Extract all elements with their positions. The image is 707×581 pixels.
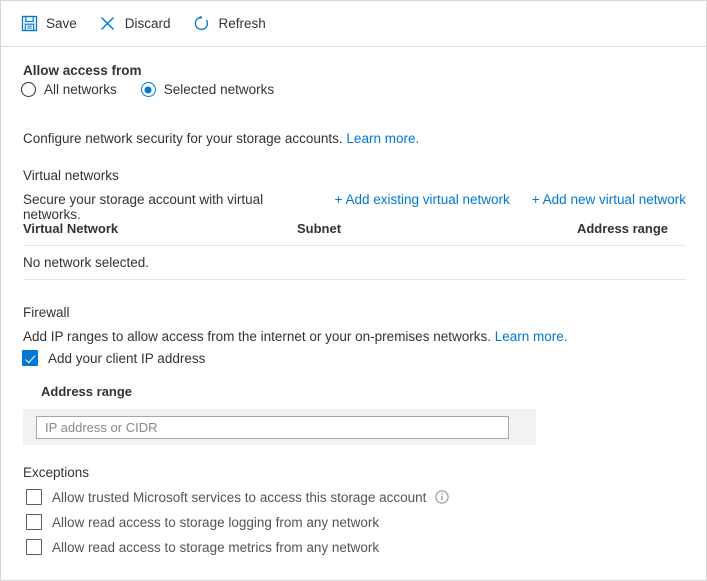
add-new-virtual-network-link[interactable]: + Add new virtual network bbox=[532, 192, 686, 207]
radio-all-networks[interactable]: All networks bbox=[21, 82, 117, 97]
address-range-field-container bbox=[23, 409, 536, 445]
firewall-title: Firewall bbox=[23, 305, 70, 320]
exceptions-list: Allow trusted Microsoft services to acce… bbox=[26, 485, 449, 560]
configure-description: Configure network security for your stor… bbox=[23, 131, 419, 146]
allow-access-title: Allow access from bbox=[23, 63, 142, 78]
allow-access-radio-group: All networks Selected networks bbox=[21, 82, 298, 97]
exception-trusted-services-row[interactable]: Allow trusted Microsoft services to acce… bbox=[26, 485, 449, 509]
table-empty-message: No network selected. bbox=[23, 255, 149, 270]
exception-storage-metrics-row[interactable]: Allow read access to storage metrics fro… bbox=[26, 535, 449, 559]
add-existing-virtual-network-link[interactable]: + Add existing virtual network bbox=[335, 192, 510, 207]
radio-selected-networks-indicator[interactable] bbox=[141, 82, 156, 97]
column-header-subnet: Subnet bbox=[297, 221, 571, 236]
firewall-learn-more-link[interactable]: Learn more. bbox=[495, 329, 568, 344]
radio-selected-networks-label: Selected networks bbox=[164, 82, 274, 97]
radio-all-networks-indicator[interactable] bbox=[21, 82, 36, 97]
virtual-networks-actions-row: Secure your storage account with virtual… bbox=[23, 192, 686, 222]
column-header-address-range: Address range bbox=[571, 221, 686, 236]
discard-button-label: Discard bbox=[125, 17, 171, 31]
networking-settings-panel: Save Discard Refresh Allow access from bbox=[0, 0, 707, 581]
exception-storage-logging-row[interactable]: Allow read access to storage logging fro… bbox=[26, 510, 449, 534]
address-range-input[interactable] bbox=[36, 416, 509, 439]
exception-trusted-services-checkbox[interactable] bbox=[26, 489, 42, 505]
virtual-networks-action-links: + Add existing virtual network + Add new… bbox=[313, 192, 686, 207]
virtual-networks-table: Virtual Network Subnet Address range No … bbox=[23, 221, 686, 280]
column-header-virtual-network: Virtual Network bbox=[23, 221, 297, 236]
exception-storage-logging-label: Allow read access to storage logging fro… bbox=[52, 515, 379, 530]
configure-description-text: Configure network security for your stor… bbox=[23, 131, 343, 146]
radio-all-networks-label: All networks bbox=[44, 82, 117, 97]
table-row: No network selected. bbox=[23, 246, 686, 280]
exception-storage-metrics-label: Allow read access to storage metrics fro… bbox=[52, 540, 379, 555]
configure-learn-more-link[interactable]: Learn more. bbox=[346, 131, 419, 146]
radio-selected-networks[interactable]: Selected networks bbox=[141, 82, 274, 97]
save-button-label: Save bbox=[46, 17, 77, 31]
add-client-ip-checkbox[interactable] bbox=[22, 350, 38, 366]
exception-storage-metrics-checkbox[interactable] bbox=[26, 539, 42, 555]
save-button[interactable]: Save bbox=[20, 10, 77, 38]
exception-trusted-services-label: Allow trusted Microsoft services to acce… bbox=[52, 490, 426, 505]
info-icon[interactable] bbox=[435, 490, 449, 504]
firewall-description: Add IP ranges to allow access from the i… bbox=[23, 329, 568, 344]
exceptions-title: Exceptions bbox=[23, 465, 89, 480]
add-client-ip-checkbox-row[interactable]: Add your client IP address bbox=[22, 350, 205, 366]
firewall-description-text: Add IP ranges to allow access from the i… bbox=[23, 329, 491, 344]
virtual-networks-title: Virtual networks bbox=[23, 168, 119, 183]
refresh-button[interactable]: Refresh bbox=[193, 10, 266, 38]
exception-storage-logging-checkbox[interactable] bbox=[26, 514, 42, 530]
save-icon bbox=[20, 15, 38, 33]
discard-button[interactable]: Discard bbox=[99, 10, 171, 38]
refresh-button-label: Refresh bbox=[219, 17, 266, 31]
table-header-row: Virtual Network Subnet Address range bbox=[23, 221, 686, 246]
add-client-ip-label: Add your client IP address bbox=[48, 351, 205, 366]
virtual-networks-description: Secure your storage account with virtual… bbox=[23, 192, 313, 222]
refresh-icon bbox=[193, 15, 211, 33]
discard-icon bbox=[99, 15, 117, 33]
command-toolbar: Save Discard Refresh bbox=[1, 1, 706, 47]
address-range-label: Address range bbox=[41, 384, 132, 399]
